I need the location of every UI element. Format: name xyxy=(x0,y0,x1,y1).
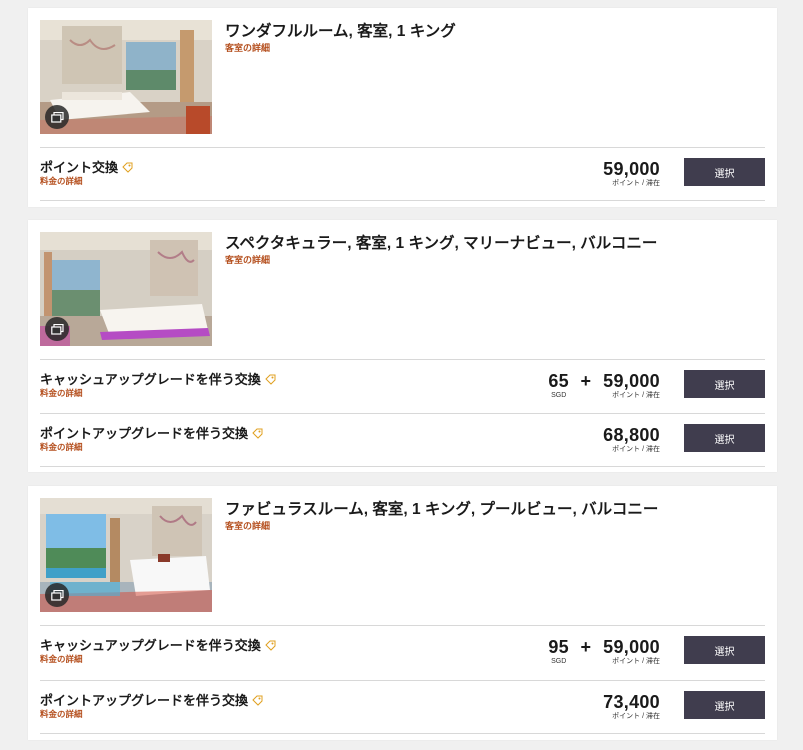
room-photo[interactable] xyxy=(40,20,212,134)
rate-row: キャッシュアップグレードを伴う交換 料金の詳細 65 SGD + 59,000 … xyxy=(40,359,765,412)
rate-name: キャッシュアップグレードを伴う交換 xyxy=(40,369,276,388)
tag-icon[interactable] xyxy=(252,694,263,709)
plus-sign: + xyxy=(580,637,591,657)
rate-row: ポイントアップグレードを伴う交換 料金の詳細 73,400 ポイント / 滞在 … xyxy=(40,680,765,734)
select-button[interactable]: 選択 xyxy=(684,158,765,186)
room-title: スペクタキュラー, 客室, 1 キング, マリーナビュー, バルコニー xyxy=(225,235,658,252)
plus-sign: + xyxy=(580,371,591,391)
tag-icon[interactable] xyxy=(265,639,276,654)
rate-details-link[interactable]: 料金の詳細 xyxy=(40,708,83,720)
rate-name: ポイントアップグレードを伴う交換 xyxy=(40,423,263,442)
points-price: 73,400 ポイント / 滞在 xyxy=(603,692,660,720)
room-details-link[interactable]: 客室の詳細 xyxy=(225,253,270,266)
select-button[interactable]: 選択 xyxy=(684,691,765,719)
tag-icon[interactable] xyxy=(252,427,263,442)
select-button[interactable]: 選択 xyxy=(684,424,765,452)
room-card: ワンダフルルーム, 客室, 1 キング 客室の詳細 ポイント交換 料金の詳細 5… xyxy=(28,8,777,207)
tag-icon[interactable] xyxy=(265,373,276,388)
rate-name: ポイントアップグレードを伴う交換 xyxy=(40,690,263,709)
room-title: ファビュラスルーム, 客室, 1 キング, プールビュー, バルコニー xyxy=(225,501,659,518)
room-card: スペクタキュラー, 客室, 1 キング, マリーナビュー, バルコニー 客室の詳… xyxy=(28,220,777,472)
rate-details-link[interactable]: 料金の詳細 xyxy=(40,387,83,399)
gallery-icon[interactable] xyxy=(45,105,69,129)
room-title: ワンダフルルーム, 客室, 1 キング xyxy=(225,23,456,40)
rate-row: ポイントアップグレードを伴う交換 料金の詳細 68,800 ポイント / 滞在 … xyxy=(40,413,765,467)
rate-name: ポイント交換 xyxy=(40,157,133,176)
rate-details-link[interactable]: 料金の詳細 xyxy=(40,441,83,453)
cash-price: 65 SGD xyxy=(548,371,569,399)
gallery-icon[interactable] xyxy=(45,583,69,607)
points-price: 59,000 ポイント / 滞在 xyxy=(603,371,660,399)
room-card: ファビュラスルーム, 客室, 1 キング, プールビュー, バルコニー 客室の詳… xyxy=(28,486,777,740)
room-details-link[interactable]: 客室の詳細 xyxy=(225,41,270,54)
points-price: 59,000 ポイント / 滞在 xyxy=(603,637,660,665)
room-photo[interactable] xyxy=(40,498,212,612)
select-button[interactable]: 選択 xyxy=(684,636,765,664)
gallery-icon[interactable] xyxy=(45,317,69,341)
rate-name: キャッシュアップグレードを伴う交換 xyxy=(40,635,276,654)
room-details-link[interactable]: 客室の詳細 xyxy=(225,519,270,532)
room-photo[interactable] xyxy=(40,232,212,346)
rate-details-link[interactable]: 料金の詳細 xyxy=(40,175,83,187)
cash-price: 95 SGD xyxy=(548,637,569,665)
tag-icon[interactable] xyxy=(122,161,133,176)
select-button[interactable]: 選択 xyxy=(684,370,765,398)
points-price: 59,000 ポイント / 滞在 xyxy=(603,159,660,187)
rate-row: ポイント交換 料金の詳細 59,000 ポイント / 滞在 選択 xyxy=(40,147,765,201)
points-price: 68,800 ポイント / 滞在 xyxy=(603,425,660,453)
rate-details-link[interactable]: 料金の詳細 xyxy=(40,653,83,665)
rate-row: キャッシュアップグレードを伴う交換 料金の詳細 95 SGD + 59,000 … xyxy=(40,625,765,678)
